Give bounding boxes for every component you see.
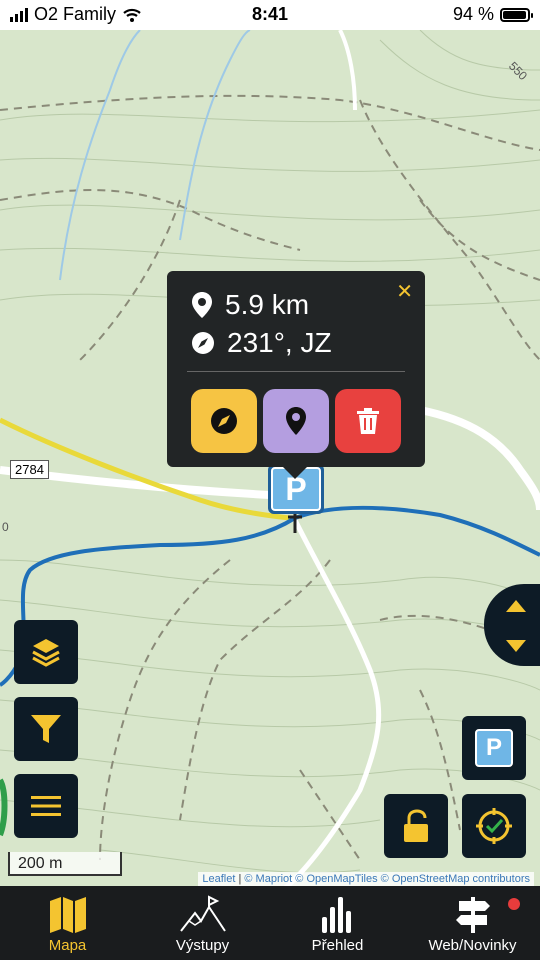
compass-icon — [211, 408, 237, 434]
battery-percent: 94 % — [452, 4, 494, 24]
mountain-flag-icon — [179, 895, 226, 932]
compass-small-icon — [192, 332, 214, 354]
delete-button[interactable] — [335, 389, 401, 453]
locate-button[interactable] — [462, 794, 526, 858]
status-right: 94 % — [452, 4, 533, 25]
notification-dot — [508, 898, 520, 910]
bar-chart-icon — [321, 897, 351, 933]
parking-button[interactable]: P — [462, 716, 526, 780]
nav-item-vystupy[interactable]: Výstupy — [135, 886, 270, 960]
nav-item-prehled[interactable]: Přehled — [270, 886, 405, 960]
map-scale: 200 m — [8, 852, 122, 876]
nav-label-web-novinky: Web/Novinky — [428, 937, 517, 954]
openmaptiles-link[interactable]: © OpenMapTiles — [295, 873, 377, 885]
map-icon — [49, 897, 86, 933]
menu-icon — [31, 796, 61, 816]
filter-icon — [31, 715, 61, 743]
distance-value: 5.9 km — [225, 289, 310, 320]
up-down-arrows-icon — [506, 600, 526, 652]
close-icon[interactable]: ✕ — [396, 279, 413, 304]
popup-divider — [187, 371, 405, 372]
map-pin-icon — [286, 407, 306, 435]
navigate-compass-button[interactable] — [191, 389, 257, 453]
bearing-row: 231°, JZ — [191, 327, 332, 359]
layers-button[interactable] — [14, 620, 78, 684]
leaflet-link[interactable]: Leaflet — [202, 873, 235, 885]
nav-label-mapa: Mapa — [48, 937, 87, 954]
osm-link[interactable]: © OpenStreetMap contributors — [381, 873, 530, 885]
parking-button-label: P — [475, 729, 513, 767]
road-number-label: 2784 — [10, 460, 49, 479]
filter-button[interactable] — [14, 697, 78, 761]
map-attribution: Leaflet | © Mapriot © OpenMapTiles © Ope… — [198, 872, 534, 886]
nav-label-prehled: Přehled — [311, 937, 364, 954]
battery-icon — [500, 7, 533, 22]
nav-item-web-novinky[interactable]: Web/Novinky — [405, 886, 540, 960]
locate-icon — [476, 808, 512, 844]
nav-item-mapa[interactable]: Mapa — [0, 886, 135, 960]
mapriot-link[interactable]: © Mapriot — [244, 873, 292, 885]
menu-button[interactable] — [14, 774, 78, 838]
distance-popup: ✕ 5.9 km 231°, JZ — [167, 271, 425, 479]
contour-elevation-label-left: 0 — [2, 520, 9, 534]
layers-icon — [32, 639, 60, 667]
nav-label-vystupy: Výstupy — [175, 937, 230, 954]
map-canvas[interactable]: 2784 550 0 P — [0, 0, 540, 960]
trash-icon — [357, 408, 379, 434]
lock-rotation-button[interactable] — [384, 794, 448, 858]
status-bar: O2 Family 8:41 94 % — [0, 0, 540, 30]
distance-row: 5.9 km — [191, 289, 309, 321]
bearing-value: 231°, JZ — [227, 327, 332, 358]
attribution-separator: | — [238, 873, 242, 885]
signpost-icon — [455, 897, 490, 933]
bottom-nav: Mapa Výstupy Přehled Web/Novinky — [0, 886, 540, 960]
location-pin-icon — [192, 292, 212, 318]
show-location-button[interactable] — [263, 389, 329, 453]
unlock-icon — [404, 809, 428, 842]
